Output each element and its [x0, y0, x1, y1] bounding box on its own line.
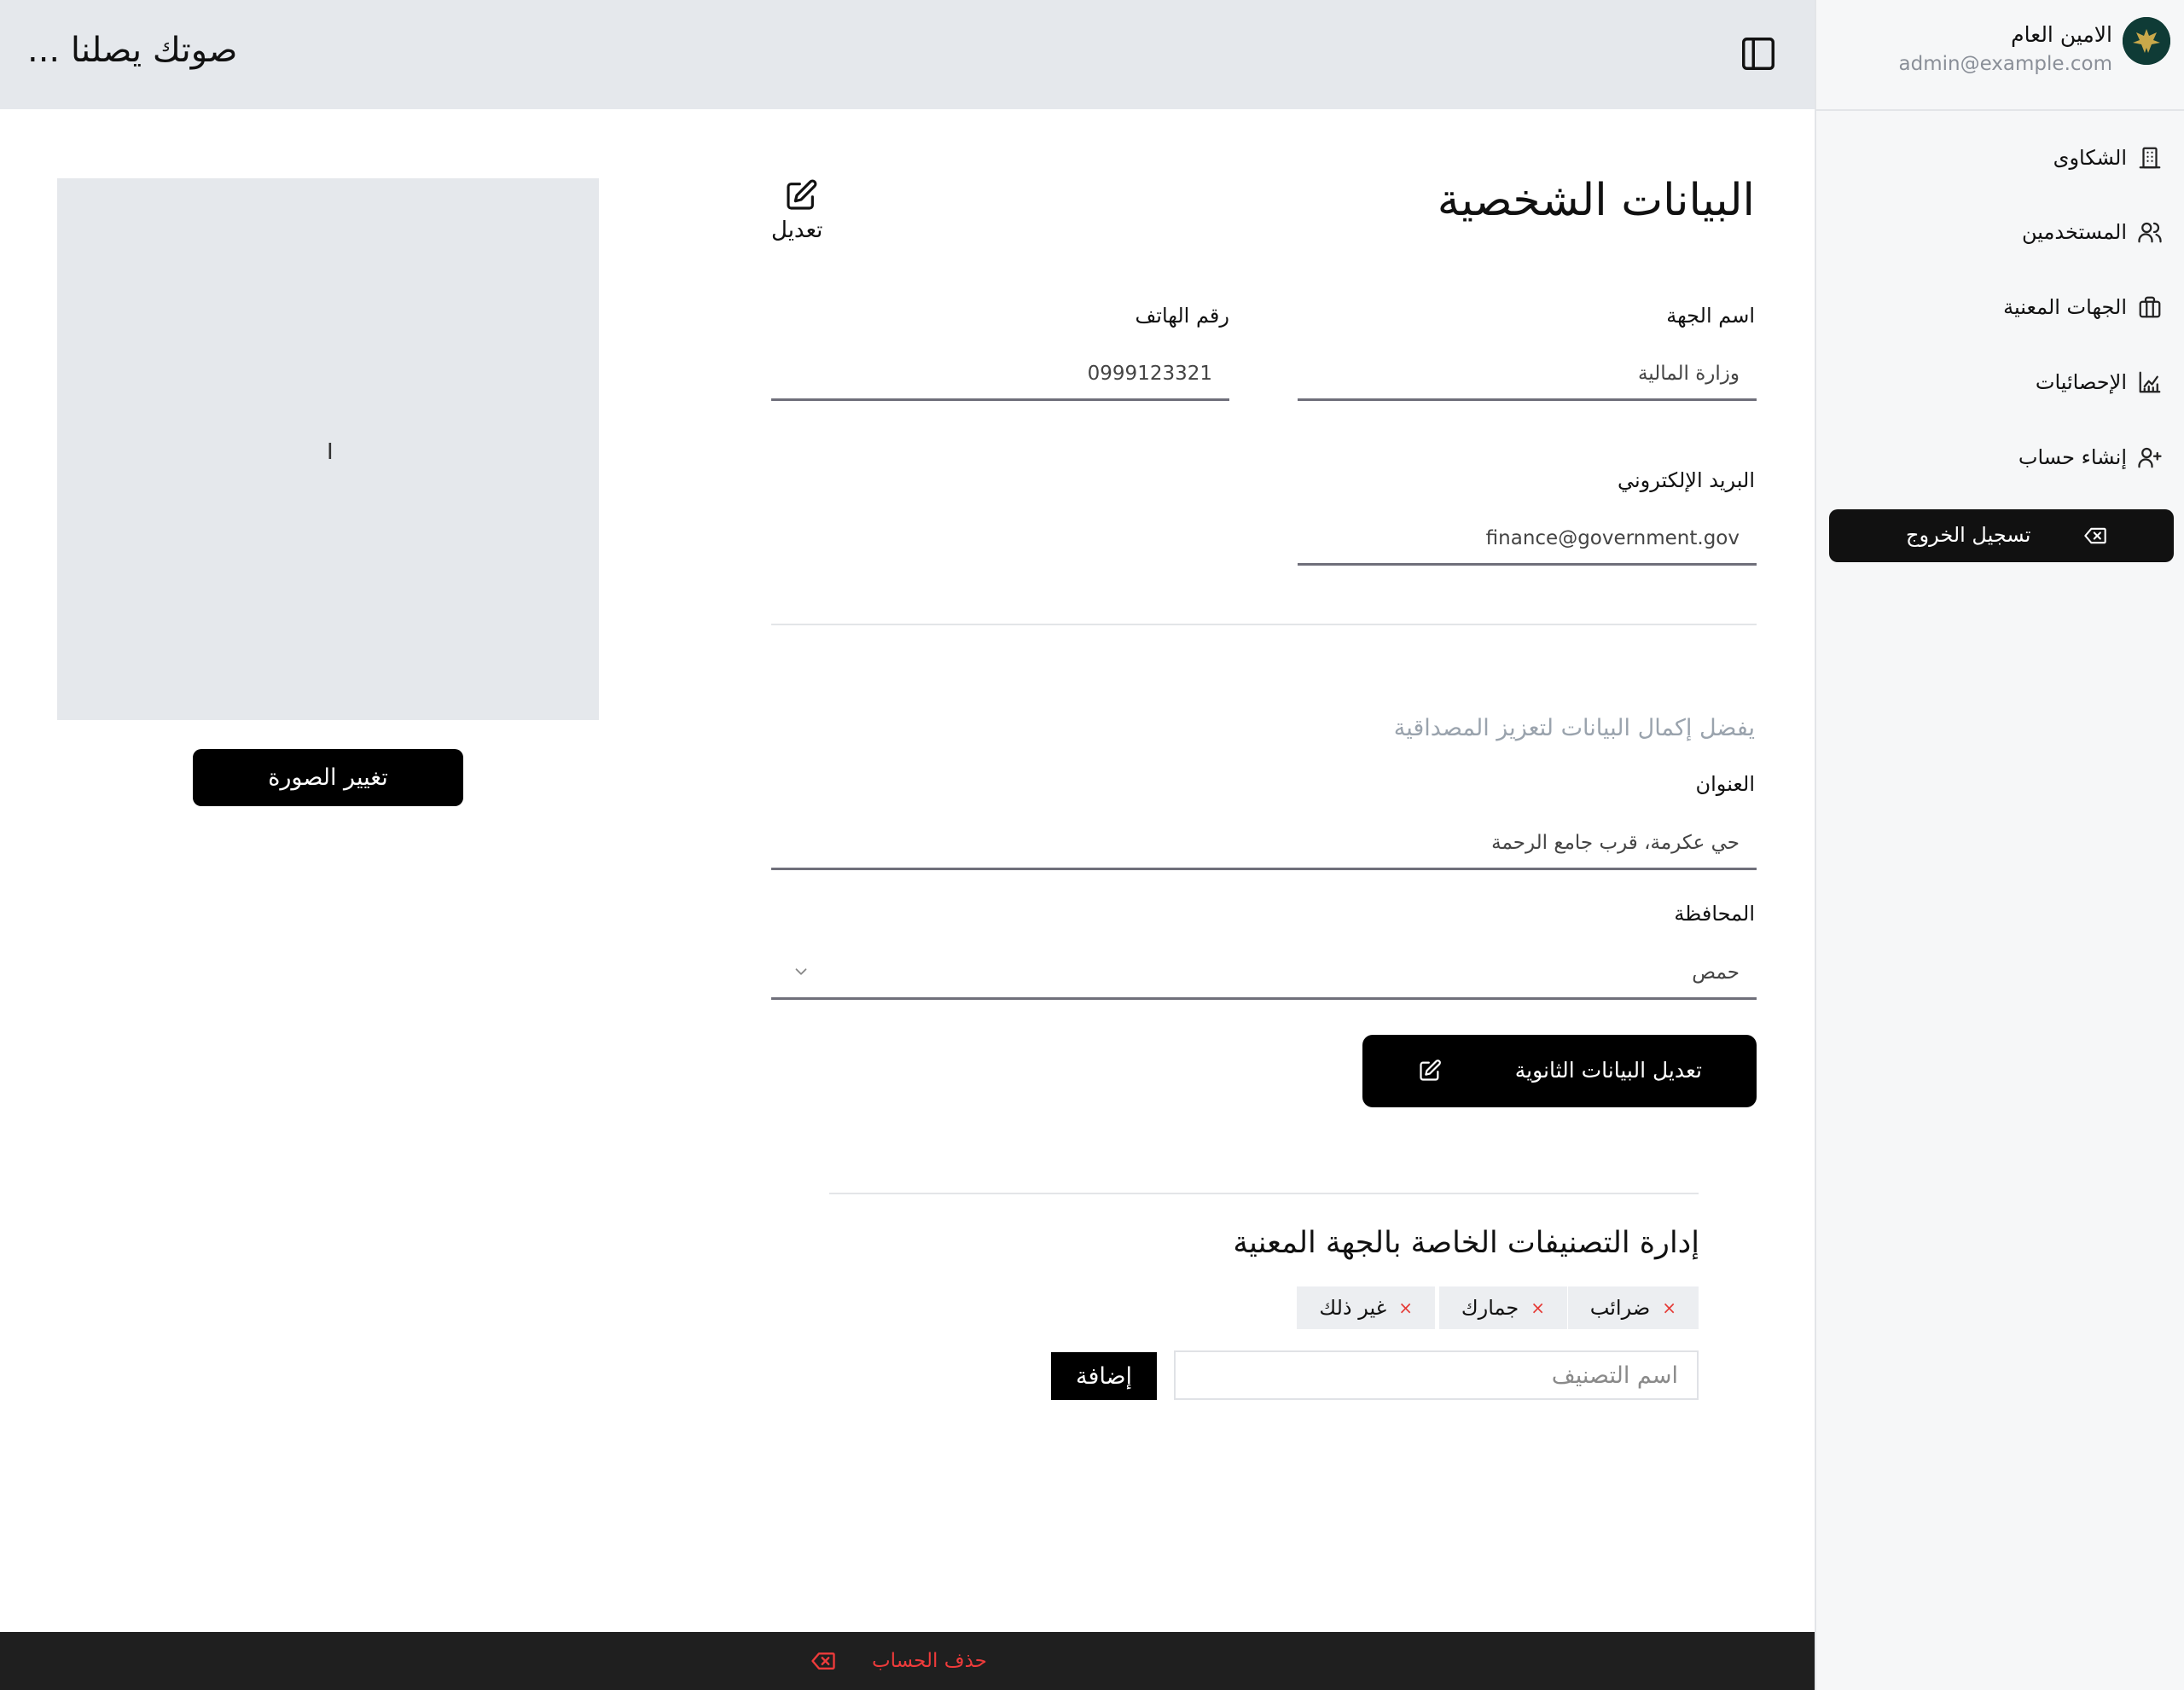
logout-button[interactable]: تسجيل الخروج: [1829, 509, 2174, 562]
remove-chip-icon[interactable]: ×: [1531, 1299, 1545, 1316]
building-icon: [2137, 145, 2163, 171]
categories-divider: [829, 1193, 1699, 1194]
backspace-icon: [810, 1648, 836, 1674]
sidebar-item-statistics[interactable]: الإحصائيات: [2036, 363, 2163, 401]
category-chip: جمارك ×: [1438, 1286, 1567, 1329]
edit-icon: [1418, 1059, 1442, 1083]
email-field[interactable]: finance@government.gov: [1298, 513, 1757, 566]
chip-label: ضرائب: [1589, 1296, 1651, 1320]
category-name-input[interactable]: [1174, 1350, 1699, 1400]
user-name: الامين العام: [2011, 22, 2112, 47]
sidebar-toggle-icon: [1742, 38, 1774, 70]
user-email: admin@example.com: [1898, 53, 2113, 75]
footer-bar: حذف الحساب: [0, 1632, 1815, 1690]
sidebar-item-label: الجهات المعنية: [2003, 295, 2127, 319]
remove-chip-icon[interactable]: ×: [1398, 1299, 1413, 1316]
governorate-label: المحافظة: [1674, 902, 1755, 926]
backspace-icon: [2083, 524, 2107, 548]
chart-icon: [2137, 369, 2163, 395]
sidebar-item-create-account[interactable]: إنشاء حساب: [2018, 438, 2163, 476]
delete-account-label: حذف الحساب: [872, 1650, 987, 1672]
sidebar-item-complaints[interactable]: الشكاوى: [2053, 139, 2163, 177]
address-field[interactable]: حي عكرمة، قرب جامع الرحمة: [771, 817, 1757, 870]
change-photo-button[interactable]: تغيير الصورة: [193, 749, 463, 806]
brand-title: صوتك يصلنا ...: [27, 31, 238, 70]
users-icon: [2137, 219, 2163, 245]
category-chip: غير ذلك ×: [1297, 1286, 1435, 1329]
phone-field[interactable]: 0999123321: [771, 348, 1229, 401]
edit-secondary-data-button[interactable]: تعديل البيانات الثانوية: [1362, 1035, 1757, 1107]
sidebar-item-label: الشكاوى: [2053, 146, 2127, 170]
sidebar-item-label: المستخدمين: [2022, 220, 2127, 244]
edit-profile-button[interactable]: تعديل: [770, 175, 829, 247]
category-chip: ضرائب ×: [1567, 1286, 1699, 1329]
briefcase-icon: [2137, 294, 2163, 320]
chip-label: غير ذلك: [1319, 1296, 1387, 1320]
delete-account-button[interactable]: حذف الحساب: [810, 1647, 987, 1675]
sidebar-item-label: إنشاء حساب: [2018, 445, 2127, 469]
entity-name-label: اسم الجهة: [1666, 304, 1755, 328]
categories-title: إدارة التصنيفات الخاصة بالجهة المعنية: [1233, 1226, 1699, 1260]
add-category-button[interactable]: إضافة: [1051, 1352, 1157, 1400]
sidebar-item-label: الإحصائيات: [2035, 370, 2127, 394]
remove-chip-icon[interactable]: ×: [1662, 1299, 1676, 1316]
governorate-select[interactable]: حمص: [771, 947, 1757, 1000]
completion-hint: يفضل إكمال البيانات لتعزيز المصداقية: [1393, 715, 1755, 741]
chip-label: جمارك: [1461, 1296, 1519, 1320]
sidebar-toggle-button[interactable]: [1739, 34, 1778, 73]
user-plus-icon: [2137, 444, 2163, 470]
entity-name-field[interactable]: وزارة المالية: [1298, 348, 1757, 401]
address-label: العنوان: [1695, 772, 1756, 796]
page-title: البيانات الشخصية: [1437, 175, 1755, 226]
sidebar-item-users[interactable]: المستخدمين: [2022, 213, 2163, 251]
sidebar-item-entities[interactable]: الجهات المعنية: [2003, 288, 2163, 326]
text-cursor: I: [327, 439, 334, 465]
chevron-down-icon: [792, 962, 810, 981]
avatar[interactable]: [2123, 17, 2170, 65]
phone-label: رقم الهاتف: [1135, 304, 1229, 328]
edit-secondary-label: تعديل البيانات الثانوية: [1514, 1058, 1702, 1083]
email-label: البريد الإلكتروني: [1617, 468, 1755, 492]
sidebar: الامين العام admin@example.com الشكاوى ا…: [1815, 0, 2184, 1690]
edit-icon: [784, 178, 818, 212]
logout-label: تسجيل الخروج: [1906, 523, 2031, 547]
edit-label: تعديل: [771, 218, 823, 243]
section-divider: [771, 624, 1757, 625]
top-bar: صوتك يصلنا ...: [0, 0, 1815, 109]
user-profile: الامين العام admin@example.com: [1816, 0, 2184, 111]
